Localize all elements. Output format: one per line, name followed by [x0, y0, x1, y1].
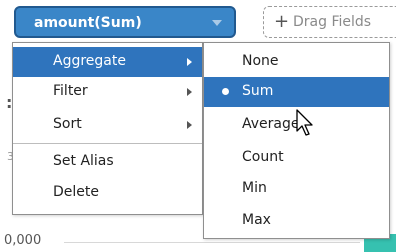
- submenu-item-count[interactable]: Count: [204, 143, 389, 173]
- submenu-item-none[interactable]: None: [204, 47, 389, 77]
- plus-icon: +: [274, 11, 290, 32]
- menu-item-label: Set Alias: [53, 153, 114, 169]
- submenu-item-label: Max: [242, 212, 271, 228]
- submenu-item-label: Count: [242, 149, 284, 165]
- submenu-item-label: Min: [242, 180, 267, 196]
- menu-item-set-alias[interactable]: Set Alias: [13, 147, 202, 177]
- menu-item-aggregate[interactable]: Aggregate: [13, 47, 202, 77]
- menu-item-delete[interactable]: Delete: [13, 178, 202, 208]
- menu-item-label: Delete: [53, 184, 99, 200]
- chart-gridline: [64, 242, 360, 243]
- aggregate-submenu: None Sum Average Count Min Max: [203, 42, 390, 239]
- field-context-menu: Aggregate Filter Sort Set Alias Delete: [12, 42, 203, 215]
- drag-fields-dropzone[interactable]: + Drag Fields: [263, 6, 396, 38]
- submenu-item-label: None: [242, 53, 279, 69]
- chevron-right-icon: [187, 88, 192, 96]
- menu-item-label: Sort: [53, 116, 82, 132]
- submenu-item-min[interactable]: Min: [204, 174, 389, 204]
- axis-tick-label: 0,000: [4, 233, 42, 248]
- chevron-down-icon[interactable]: [212, 20, 222, 26]
- submenu-item-label: Sum: [242, 83, 274, 99]
- submenu-item-sum[interactable]: Sum: [204, 77, 389, 107]
- menu-separator: [13, 143, 202, 144]
- menu-item-sort[interactable]: Sort: [13, 110, 202, 140]
- menu-item-label: Aggregate: [53, 53, 126, 69]
- submenu-item-max[interactable]: Max: [204, 206, 389, 236]
- submenu-item-label: Average: [242, 116, 300, 132]
- chevron-right-icon: [187, 58, 192, 66]
- menu-item-label: Filter: [53, 83, 88, 99]
- menu-item-filter[interactable]: Filter: [13, 77, 202, 107]
- dropzone-label: Drag Fields: [293, 14, 372, 30]
- field-pill-label: amount(Sum): [34, 15, 142, 31]
- chevron-right-icon: [187, 121, 192, 129]
- mouse-cursor-icon: [296, 109, 313, 136]
- field-pill-amount[interactable]: amount(Sum): [14, 6, 236, 38]
- selected-bullet-icon: [222, 88, 229, 95]
